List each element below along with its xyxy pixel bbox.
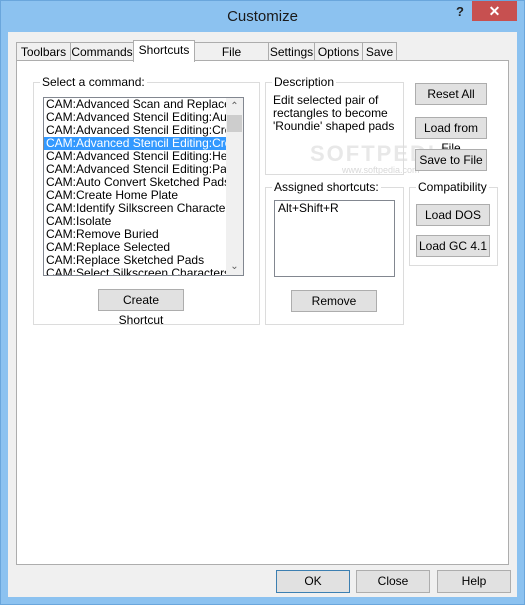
close-button[interactable]: Close (356, 570, 430, 593)
scroll-down-icon[interactable]: ⌄ (226, 258, 243, 275)
compatibility-group: Compatibility Load DOS Load GC 4.1 (409, 180, 498, 266)
customize-dialog: Customize ? ✕ Toolbars Commands Shortcut… (0, 0, 525, 605)
select-command-group: Select a command: CAM:Advanced Scan and … (33, 75, 260, 327)
help-button[interactable]: Help (437, 570, 511, 593)
command-list: CAM:Advanced Scan and Replace CAM:Advance… (44, 98, 243, 275)
assigned-shortcuts-group: Assigned shortcuts: Alt+Shift+R Remove (265, 180, 404, 325)
assigned-shortcut-item[interactable]: Alt+Shift+R (275, 202, 394, 215)
tab-options[interactable]: Options (314, 42, 363, 61)
command-list-item[interactable]: CAM:Advanced Scan and Replace (44, 98, 226, 111)
save-to-file-button[interactable]: Save to File (415, 149, 487, 171)
title-bar[interactable]: Customize ? ✕ (1, 1, 524, 32)
dialog-client-area: Toolbars Commands Shortcuts File Locatio… (8, 32, 517, 597)
load-from-file-button[interactable]: Load from File (415, 117, 487, 155)
tab-settings[interactable]: Settings (268, 42, 315, 61)
command-listbox[interactable]: CAM:Advanced Scan and Replace CAM:Advance… (43, 97, 244, 276)
description-group: Description Edit selected pair of rectan… (265, 75, 404, 175)
description-text: Edit selected pair of rectangles to beco… (273, 94, 394, 133)
command-list-item[interactable]: CAM:Replace Selected (44, 241, 226, 254)
command-list-item[interactable]: CAM:Identify Silkscreen Characters (44, 202, 226, 215)
command-list-item[interactable]: CAM:Replace Sketched Pads (44, 254, 226, 267)
command-list-item[interactable]: CAM:Auto Convert Sketched Pads (44, 176, 226, 189)
command-list-item[interactable]: CAM:Create Home Plate (44, 189, 226, 202)
remove-button[interactable]: Remove (291, 290, 377, 312)
command-list-item[interactable]: CAM:Isolate (44, 215, 226, 228)
shortcuts-page: SOFTPEDIA www.softpedia.com Select a com… (16, 60, 509, 565)
command-list-item[interactable]: CAM:Advanced Stencil Editing:Create (44, 137, 226, 150)
command-list-item[interactable]: CAM:Remove Buried (44, 228, 226, 241)
command-list-item[interactable]: CAM:Advanced Stencil Editing:Heel a (44, 150, 226, 163)
command-list-item[interactable]: CAM:Select Silkscreen Characters (44, 267, 226, 275)
tab-commands[interactable]: Commands (70, 42, 134, 61)
assigned-shortcuts-listbox[interactable]: Alt+Shift+R (274, 200, 395, 277)
command-list-scrollbar[interactable]: ⌃ ⌄ (226, 98, 243, 275)
reset-all-button[interactable]: Reset All (415, 83, 487, 105)
assigned-shortcuts-legend: Assigned shortcuts: (272, 180, 381, 194)
tab-toolbars[interactable]: Toolbars (16, 42, 71, 61)
create-shortcut-button[interactable]: Create Shortcut (98, 289, 184, 327)
tab-save[interactable]: Save (362, 42, 397, 61)
command-list-item[interactable]: CAM:Advanced Stencil Editing:Pad S (44, 163, 226, 176)
description-legend: Description (272, 75, 337, 89)
command-list-item[interactable]: CAM:Advanced Stencil Editing:Create (44, 124, 226, 137)
tab-shortcuts[interactable]: Shortcuts (133, 40, 195, 62)
description-line: 'Roundie' shaped pads (273, 119, 395, 133)
load-dos-button[interactable]: Load DOS (416, 204, 490, 226)
tab-file-locations[interactable]: File Locations (194, 42, 269, 77)
window-title: Customize (227, 8, 298, 25)
compatibility-legend: Compatibility (416, 180, 489, 194)
scroll-up-icon[interactable]: ⌃ (226, 98, 243, 115)
scroll-thumb[interactable] (227, 115, 242, 132)
select-command-legend: Select a command: (40, 75, 147, 89)
command-list-item[interactable]: CAM:Advanced Stencil Editing:Auto F (44, 111, 226, 124)
ok-button[interactable]: OK (276, 570, 350, 593)
load-gc-button[interactable]: Load GC 4.1 (416, 235, 490, 257)
close-icon[interactable]: ✕ (472, 1, 517, 21)
help-icon[interactable]: ? (449, 4, 471, 22)
